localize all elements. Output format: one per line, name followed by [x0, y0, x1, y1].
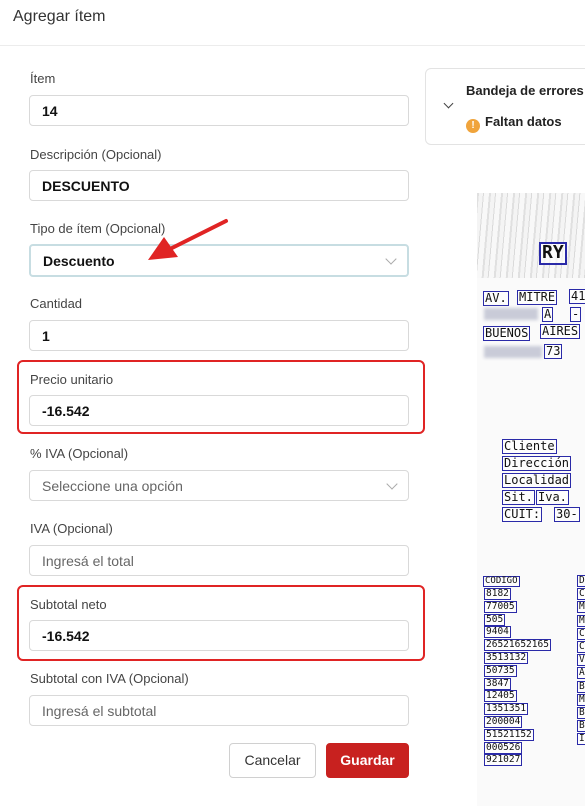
ocr-word: C: [577, 627, 585, 640]
chevron-down-icon: [385, 253, 397, 265]
ocr-word: C: [577, 641, 585, 653]
chevron-down-icon[interactable]: [443, 98, 454, 109]
iva-pct-select[interactable]: Seleccione una opción: [29, 470, 409, 501]
subtotal-neto-label: Subtotal neto: [30, 597, 107, 612]
modal-header: Agregar ítem: [0, 0, 585, 46]
ocr-word: RY: [539, 242, 567, 265]
ocr-word: Iva.: [536, 490, 569, 505]
subtotal-iva-input[interactable]: Ingresá el subtotal: [29, 695, 409, 726]
precio-input[interactable]: -16.542: [29, 395, 409, 426]
ocr-word: CUIT:: [502, 507, 543, 522]
ocr-word: V: [577, 654, 585, 667]
ocr-code: 51521152: [484, 728, 534, 741]
subtotal-neto-input[interactable]: -16.542: [29, 620, 409, 651]
error-status-text: Faltan datos: [485, 114, 562, 129]
item-label: Ítem: [30, 71, 56, 86]
ocr-word: C: [577, 588, 585, 601]
redacted-text: [484, 308, 538, 320]
ocr-word: A: [542, 307, 554, 322]
subtotal-iva-label: Subtotal con IVA (Opcional): [30, 671, 189, 686]
chevron-down-icon: [386, 478, 398, 490]
ocr-word: A: [577, 667, 585, 680]
ocr-word: 73: [544, 344, 563, 359]
ocr-word: M: [577, 614, 585, 627]
save-button[interactable]: Guardar: [326, 743, 409, 778]
ocr-word: Sit.: [502, 490, 535, 505]
error-status: ! Faltan datos: [466, 114, 562, 133]
ocr-code: 8182: [484, 588, 511, 600]
scan-noise: [477, 193, 585, 278]
redacted-text: [484, 346, 542, 358]
ocr-code: 200004: [484, 716, 523, 728]
ocr-code: 77005: [484, 600, 517, 613]
cantidad-label: Cantidad: [30, 296, 83, 311]
ocr-word: -: [570, 307, 582, 322]
cancel-button[interactable]: Cancelar: [229, 743, 316, 778]
ocr-code: 50735: [484, 664, 517, 677]
ocr-word: Dirección: [502, 456, 572, 471]
modal-title: Agregar ítem: [13, 8, 106, 25]
iva-pct-placeholder: Seleccione una opción: [42, 478, 183, 494]
descripcion-input[interactable]: DESCUENTO: [29, 170, 409, 201]
descripcion-label: Descripción (Opcional): [30, 147, 162, 162]
item-input[interactable]: 14: [29, 95, 409, 126]
ocr-word: 41: [569, 289, 585, 304]
ocr-word: M: [577, 601, 585, 614]
ocr-word: BUENOS: [483, 326, 531, 341]
ocr-word: B: [577, 707, 585, 719]
ocr-word: Cliente: [502, 439, 557, 454]
ocr-word: MITRE: [517, 290, 558, 305]
cantidad-input[interactable]: 1: [29, 320, 409, 351]
ocr-word: CODIGO: [483, 576, 520, 588]
iva-input[interactable]: Ingresá el total: [29, 545, 409, 576]
error-tray-title: Bandeja de errores: [466, 83, 584, 98]
ocr-code: 12405: [484, 690, 517, 703]
ocr-word: B: [577, 680, 585, 693]
ocr-code: 505: [484, 613, 506, 626]
ocr-word: B: [577, 720, 585, 733]
ocr-word: D: [577, 575, 585, 587]
iva-pct-label: % IVA (Opcional): [30, 446, 129, 461]
tipo-select-value: Descuento: [43, 253, 115, 269]
error-tray-panel[interactable]: Bandeja de errores ! Faltan datos: [425, 68, 585, 145]
ocr-code: 3847: [484, 677, 511, 690]
ocr-word: I: [577, 733, 585, 746]
ocr-code: 26521652165: [484, 639, 551, 652]
ocr-code: 921027: [484, 754, 523, 767]
ocr-code: 3513132: [484, 652, 529, 664]
precio-label: Precio unitario: [30, 372, 114, 387]
ocr-word: 30-: [554, 507, 580, 522]
warning-icon: !: [466, 119, 480, 133]
ocr-word: M: [577, 693, 585, 706]
ocr-code: 000526: [484, 741, 523, 754]
document-preview[interactable]: RY AV. MITRE 41 A - BUENOS AIRES 73 Clie…: [477, 193, 585, 806]
arrow-icon: [148, 219, 228, 260]
ocr-code: 1351351: [484, 703, 529, 716]
ocr-code: 9404: [484, 626, 511, 639]
ocr-word: AV.: [483, 291, 509, 306]
iva-label: IVA (Opcional): [30, 521, 113, 536]
ocr-word: AIRES: [540, 324, 581, 339]
ocr-word: Localidad: [502, 473, 572, 488]
